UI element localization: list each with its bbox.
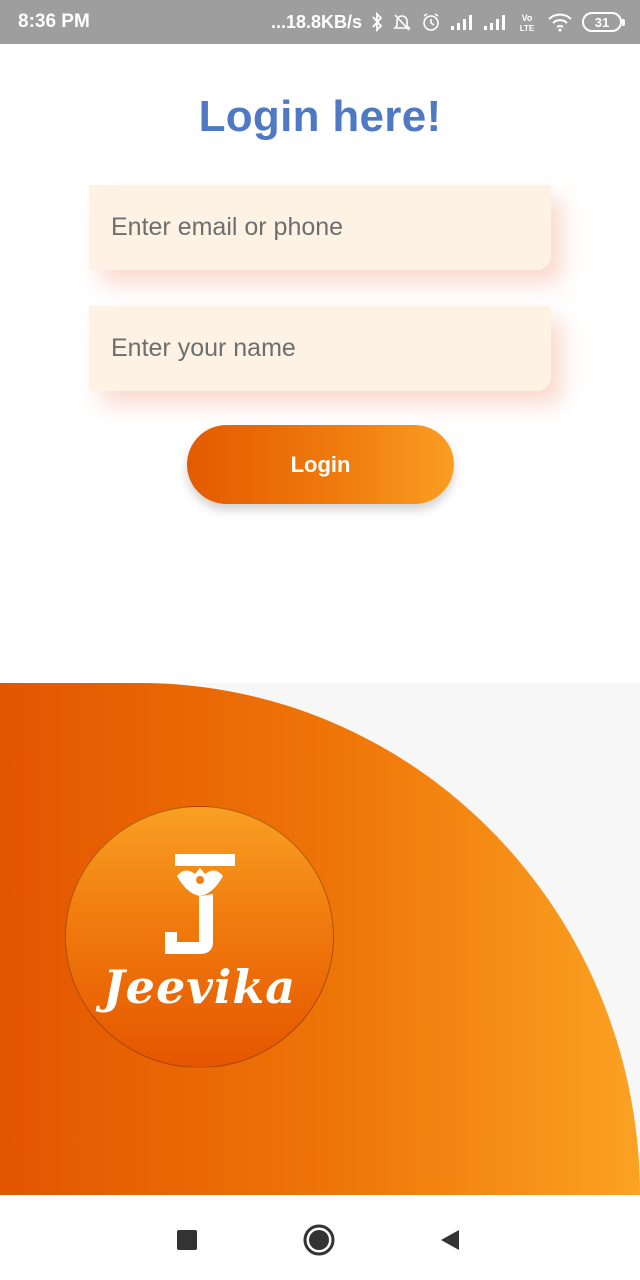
mute-notification-icon (392, 12, 412, 32)
brand-name: Jeevika (102, 960, 297, 1014)
volte-icon: Vo LTE (516, 11, 538, 33)
email-input[interactable] (111, 213, 551, 242)
bluetooth-icon (371, 12, 383, 32)
home-icon (303, 1224, 335, 1256)
battery-level: 31 (594, 14, 610, 30)
status-bar: 8:36 PM ...18.8KB/s Vo LTE 31 (0, 0, 640, 44)
name-input[interactable] (111, 334, 551, 363)
battery-icon: 31 (582, 12, 625, 32)
home-button[interactable] (299, 1220, 339, 1260)
status-time: 8:36 PM (18, 11, 90, 32)
back-button[interactable] (430, 1220, 470, 1260)
brand-logo-icon (165, 854, 235, 954)
alarm-icon (421, 12, 441, 32)
back-icon (441, 1230, 459, 1250)
signal-icon (483, 13, 507, 31)
network-speed: ...18.8KB/s (270, 11, 362, 32)
page-title: Login here! (198, 92, 442, 141)
login-button[interactable]: Login (187, 425, 454, 504)
name-field[interactable] (89, 306, 551, 391)
status-left: 8:36 PM (18, 11, 90, 33)
recents-button[interactable] (167, 1220, 207, 1260)
signal-icon (450, 13, 474, 31)
email-field[interactable] (89, 185, 551, 270)
svg-text:Vo: Vo (522, 13, 533, 23)
wifi-icon (547, 12, 573, 32)
svg-text:LTE: LTE (520, 24, 535, 33)
recents-icon (177, 1230, 197, 1250)
status-right: ...18.8KB/s Vo LTE 31 (270, 11, 625, 33)
